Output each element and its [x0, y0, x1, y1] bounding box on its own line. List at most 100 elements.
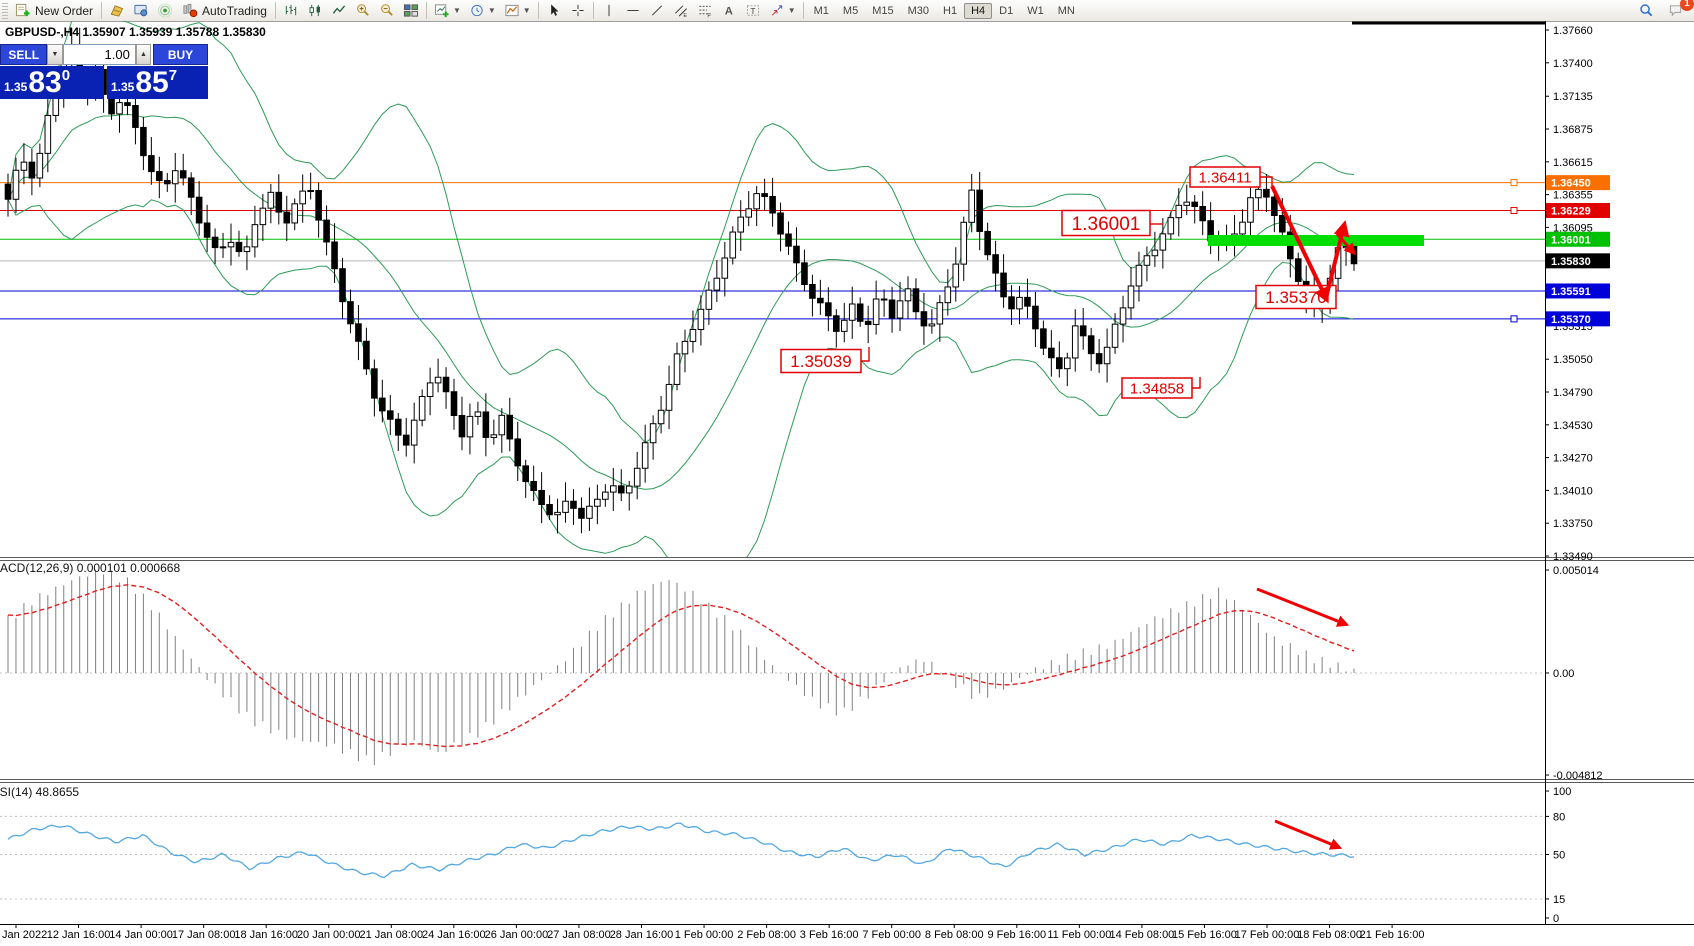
metaeditor-icon — [109, 3, 125, 18]
svg-text:3 Feb 16:00: 3 Feb 16:00 — [800, 929, 859, 941]
svg-text:1.34530: 1.34530 — [1553, 420, 1593, 432]
svg-text:14 Feb 08:00: 14 Feb 08:00 — [1109, 929, 1174, 941]
one-click-trade-panel: SELL ▼ 1.00 ▲ BUY 1.35 83 0 1.35 85 7 — [0, 44, 208, 99]
svg-text:1.35370: 1.35370 — [1551, 314, 1591, 326]
new-order-label: New Order — [35, 4, 93, 18]
volume-increase-button[interactable]: ▲ — [136, 44, 151, 65]
signals-button[interactable] — [153, 1, 177, 20]
crosshair-tool-button[interactable] — [566, 1, 590, 20]
svg-text:28 Jan 16:00: 28 Jan 16:00 — [610, 929, 674, 941]
text-tool-button[interactable]: A — [717, 1, 741, 20]
separator — [803, 2, 804, 19]
timeframe-clock-button[interactable]: ▼ — [465, 1, 500, 20]
text-label-tool-button[interactable]: T — [741, 1, 765, 20]
svg-text:F: F — [707, 14, 711, 18]
svg-text:1.36355: 1.36355 — [1553, 190, 1593, 202]
toolbar: New Order — [0, 0, 1694, 22]
svg-text:A: A — [725, 6, 733, 18]
svg-text:1.36875: 1.36875 — [1553, 124, 1593, 136]
timeframe-m5[interactable]: M5 — [836, 3, 865, 19]
crosshair-icon — [570, 3, 586, 18]
new-order-icon — [15, 3, 31, 18]
vertical-line-tool-button[interactable] — [597, 1, 621, 20]
svg-text:1.36450: 1.36450 — [1551, 178, 1591, 190]
line-chart-button[interactable] — [327, 1, 351, 20]
volume-input[interactable]: 1.00 — [63, 44, 136, 65]
svg-text:21 Jan 08:00: 21 Jan 08:00 — [359, 929, 423, 941]
svg-text:1.33750: 1.33750 — [1553, 518, 1593, 530]
svg-text:24 Jan 16:00: 24 Jan 16:00 — [422, 929, 486, 941]
svg-text:Jan 2022: Jan 2022 — [2, 929, 47, 941]
svg-text:1.35830: 1.35830 — [1551, 256, 1591, 268]
bar-chart-button[interactable] — [279, 1, 303, 20]
timeframe-mn[interactable]: MN — [1051, 3, 1082, 19]
zoom-out-button[interactable] — [375, 1, 399, 20]
svg-text:E: E — [683, 13, 687, 18]
notifications-button[interactable]: 1 — [1664, 1, 1688, 20]
text-icon: A — [721, 3, 737, 18]
channel-tool-button[interactable]: E — [669, 1, 693, 20]
svg-text:18 Jan 16:00: 18 Jan 16:00 — [234, 929, 298, 941]
search-button[interactable] — [1634, 1, 1658, 20]
trendline-icon — [649, 3, 665, 18]
timeframe-h4[interactable]: H4 — [964, 3, 992, 19]
terminal-button[interactable] — [129, 1, 153, 20]
tile-windows-button[interactable] — [399, 1, 423, 20]
svg-text:18 Feb 08:00: 18 Feb 08:00 — [1297, 929, 1362, 941]
timeframe-w1[interactable]: W1 — [1020, 3, 1051, 19]
svg-text:27 Jan 08:00: 27 Jan 08:00 — [547, 929, 611, 941]
svg-text:7 Feb 00:00: 7 Feb 00:00 — [862, 929, 921, 941]
text-label-icon: T — [745, 3, 761, 18]
zoom-out-icon — [379, 3, 395, 18]
separator — [593, 2, 594, 19]
svg-text:1.36001: 1.36001 — [1551, 234, 1591, 246]
new-order-button[interactable]: New Order — [10, 1, 98, 20]
fibonacci-tool-button[interactable]: F — [693, 1, 717, 20]
bar-chart-icon — [283, 3, 299, 18]
timeframe-d1[interactable]: D1 — [992, 3, 1020, 19]
timeframe-m1[interactable]: M1 — [807, 3, 836, 19]
buy-price-display[interactable]: 1.35 85 7 — [107, 66, 208, 99]
svg-text:1.36615: 1.36615 — [1553, 157, 1593, 169]
volume-decrease-button[interactable]: ▼ — [47, 44, 62, 65]
chart-title: GBPUSD-,H4 1.35907 1.35939 1.35788 1.358… — [5, 25, 266, 39]
svg-text:26 Jan 00:00: 26 Jan 00:00 — [485, 929, 549, 941]
chart-area[interactable]: 1.364111.360011.353701.350391.348581.376… — [0, 21, 1694, 946]
svg-text:1 Feb 00:00: 1 Feb 00:00 — [675, 929, 734, 941]
buy-button[interactable]: BUY — [153, 44, 208, 65]
arrows-tool-button[interactable]: ▼ — [765, 1, 800, 20]
candlestick-chart-button[interactable] — [303, 1, 327, 20]
macd-indicator-label: MACD(12,26,9) 0.000101 0.000668 — [0, 561, 180, 575]
vertical-line-icon — [601, 3, 617, 18]
new-chart-button[interactable]: ▼ — [430, 1, 465, 20]
horizontal-line-icon — [625, 3, 641, 18]
terminal-icon — [133, 3, 149, 18]
autotrading-icon — [182, 3, 198, 18]
autotrading-button[interactable]: AutoTrading — [177, 1, 272, 20]
separator — [101, 2, 102, 19]
search-icon — [1638, 3, 1654, 18]
timeframe-m15[interactable]: M15 — [865, 3, 900, 19]
svg-text:T: T — [750, 6, 755, 16]
svg-text:1.37400: 1.37400 — [1553, 58, 1593, 70]
horizontal-line-tool-button[interactable] — [621, 1, 645, 20]
svg-text:1.37660: 1.37660 — [1553, 25, 1593, 37]
timeframe-m30[interactable]: M30 — [901, 3, 936, 19]
price-chart-canvas[interactable]: 1.364111.360011.353701.350391.348581.376… — [0, 21, 1694, 946]
svg-text:1.35050: 1.35050 — [1553, 354, 1593, 366]
sell-price-display[interactable]: 1.35 83 0 — [0, 66, 104, 99]
buy-price-pipette: 7 — [169, 67, 177, 84]
svg-text:1.36411: 1.36411 — [1198, 169, 1251, 186]
indicators-button[interactable]: ▼ — [500, 1, 535, 20]
zoom-in-button[interactable] — [351, 1, 375, 20]
timeframe-h1[interactable]: H1 — [936, 3, 964, 19]
cursor-tool-button[interactable] — [542, 1, 566, 20]
svg-text:17 Feb 00:00: 17 Feb 00:00 — [1235, 929, 1300, 941]
svg-text:0: 0 — [1553, 913, 1559, 925]
separator — [538, 2, 539, 19]
toolbar-grip[interactable] — [2, 3, 8, 19]
metaeditor-button[interactable] — [105, 1, 129, 20]
sell-button[interactable]: SELL — [0, 44, 47, 65]
buy-price-big: 85 — [135, 68, 168, 98]
trendline-tool-button[interactable] — [645, 1, 669, 20]
